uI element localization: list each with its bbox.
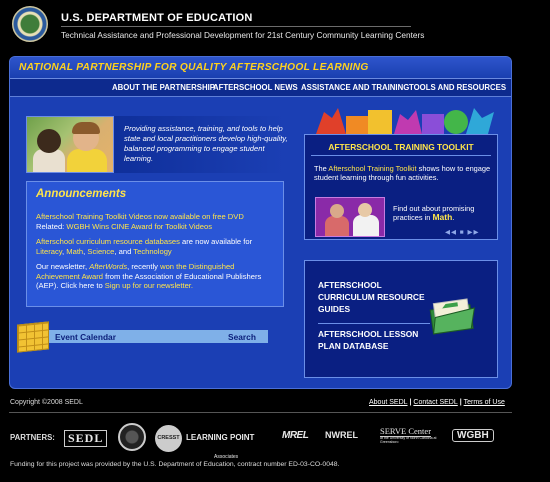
learning-point-logo[interactable]: LEARNING POINT Associates	[186, 427, 254, 463]
nwrel-logo[interactable]: NWREL	[325, 430, 358, 440]
technology-link[interactable]: Technology	[133, 247, 171, 256]
partner-seal-logo[interactable]	[118, 423, 146, 451]
math-link[interactable]: Math	[66, 247, 83, 256]
site-title[interactable]: NATIONAL PARTNERSHIP FOR QUALITY AFTERSC…	[19, 62, 369, 73]
curriculum-databases-link[interactable]: Afterschool curriculum resource database…	[36, 237, 180, 246]
event-calendar-link[interactable]: Event Calendar	[55, 332, 116, 342]
curriculum-box: AFTERSCHOOL CURRICULUM RESOURCE GUIDES A…	[304, 260, 498, 378]
calendar-search-link[interactable]: Search	[228, 332, 256, 342]
department-seal-logo[interactable]	[12, 6, 48, 42]
lesson-plan-database-link[interactable]: AFTERSCHOOL LESSON PLAN DATABASE	[318, 328, 438, 352]
header-subtitle: Technical Assistance and Professional De…	[61, 30, 425, 40]
training-toolkit-box: AFTERSCHOOL TRAINING TOOLKIT The Aftersc…	[304, 134, 498, 240]
resource-guides-link[interactable]: AFTERSCHOOL CURRICULUM RESOURCE GUIDES	[318, 279, 428, 315]
mrel-logo[interactable]: MREL	[282, 430, 309, 441]
cresst-logo[interactable]: CRESST	[155, 425, 182, 452]
toolkit-art-icon	[316, 108, 494, 134]
nav-about-partnership[interactable]: ABOUT THE PARTNERSHIP	[112, 83, 215, 92]
main-panel: NATIONAL PARTNERSHIP FOR QUALITY AFTERSC…	[9, 56, 512, 389]
nav-afterschool-news[interactable]: AFTERSCHOOL NEWS	[213, 83, 298, 92]
footer-divider	[9, 412, 512, 413]
hero-tagline: Providing assistance, training, and tool…	[124, 124, 288, 163]
newsletter-signup-link[interactable]: Sign up for our newsletter.	[105, 281, 193, 290]
video-thumbnail[interactable]	[315, 197, 385, 237]
serve-center-logo[interactable]: SERVE Center at the University of North …	[380, 426, 438, 444]
math-practice-link[interactable]: Math	[432, 212, 452, 222]
contact-sedl-link[interactable]: Contact SEDL	[413, 399, 457, 406]
announcement-item-toolkit-dvd: Afterschool Training Toolkit Videos now …	[36, 212, 244, 231]
about-sedl-link[interactable]: About SEDL	[369, 399, 408, 406]
site-banner: NATIONAL PARTNERSHIP FOR QUALITY AFTERSC…	[10, 57, 511, 79]
slideshow-controls[interactable]: ◀◀ ■ ▶▶	[445, 228, 480, 236]
partners-label: PARTNERS:	[10, 433, 55, 442]
literacy-link[interactable]: Literacy	[36, 247, 62, 256]
wgbh-logo[interactable]: WGBH	[452, 429, 494, 442]
promising-practices-text: Find out about promising practices in Ma…	[393, 204, 475, 223]
agency-title: U.S. DEPARTMENT OF EDUCATION	[61, 12, 253, 24]
funding-note: Funding for this project was provided by…	[10, 461, 340, 468]
sedl-logo[interactable]: SEDL	[64, 430, 108, 447]
nav-assistance-training[interactable]: ASSISTANCE AND TRAINING	[301, 83, 409, 92]
folder-icon	[429, 298, 475, 335]
afterwords-link[interactable]: AfterWords	[89, 262, 127, 271]
announcements-title: Announcements	[36, 188, 127, 200]
footer-links: About SEDL | Contact SEDL | Terms of Use	[369, 399, 505, 406]
cine-award-link[interactable]: WGBH Wins CINE Award for Toolkit Videos	[66, 222, 212, 231]
toolkit-link[interactable]: Afterschool Training Toolkit	[328, 164, 416, 173]
main-nav: ABOUT THE PARTNERSHIP AFTERSCHOOL NEWS A…	[10, 79, 511, 97]
toolkit-description: The Afterschool Training Toolkit shows h…	[314, 164, 491, 183]
toolkit-dvd-link[interactable]: Afterschool Training Toolkit Videos now …	[36, 212, 244, 221]
toolkit-heading[interactable]: AFTERSCHOOL TRAINING TOOLKIT	[305, 142, 497, 152]
header-divider	[61, 26, 411, 27]
copyright: Copyright ©2008 SEDL	[10, 399, 83, 406]
terms-of-use-link[interactable]: Terms of Use	[464, 399, 505, 406]
science-link[interactable]: Science	[87, 247, 114, 256]
calendar-icon[interactable]	[17, 321, 49, 353]
nav-tools-resources[interactable]: TOOLS AND RESOURCES	[409, 83, 506, 92]
announcement-item-databases: Afterschool curriculum resource database…	[36, 237, 253, 256]
students-photo	[26, 116, 114, 173]
announcement-item-newsletter: Our newsletter, AfterWords, recently won…	[36, 262, 262, 290]
announcements-box: Announcements Afterschool Training Toolk…	[26, 181, 284, 307]
